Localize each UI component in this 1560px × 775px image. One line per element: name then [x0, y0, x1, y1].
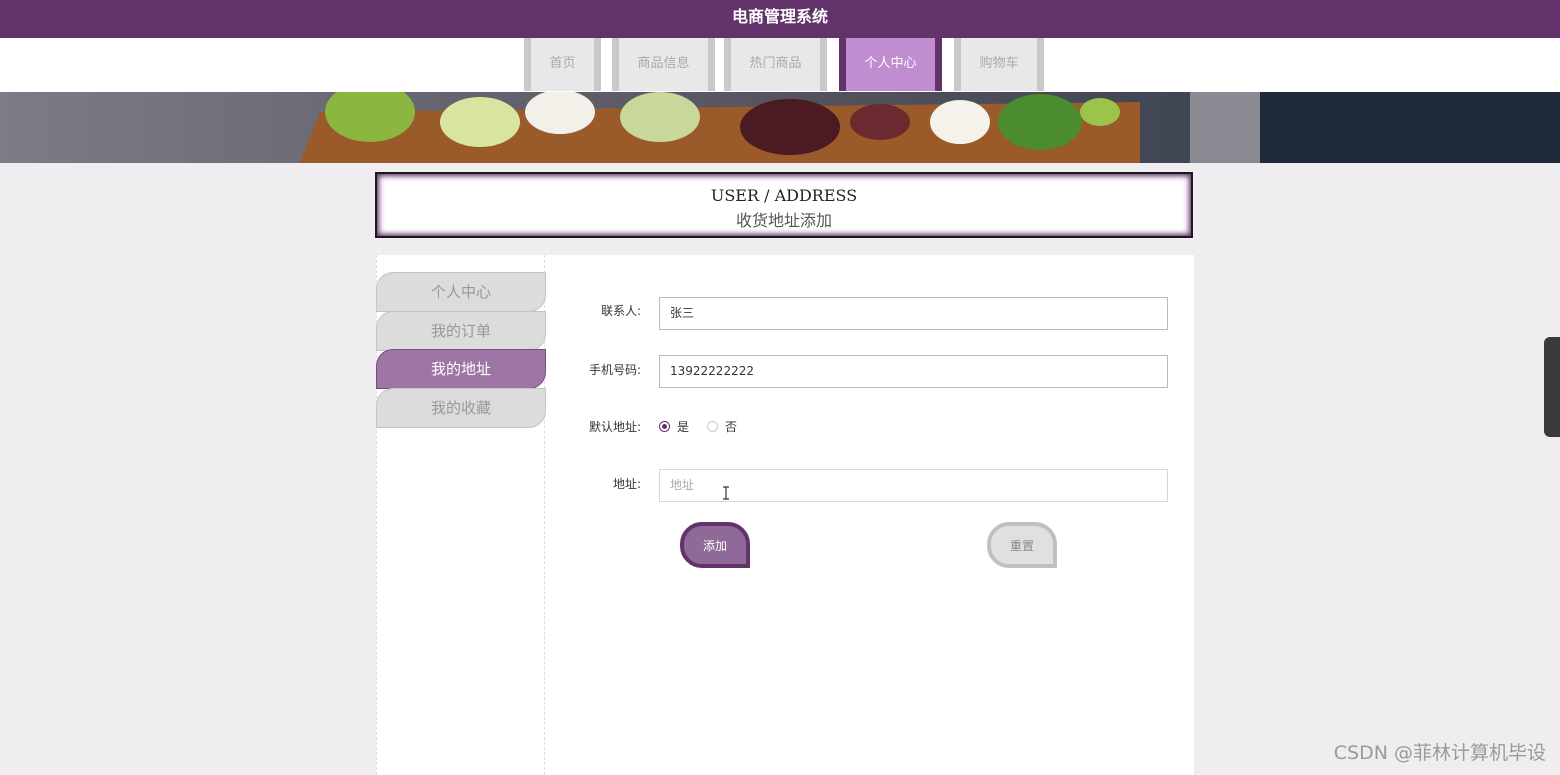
- address-input[interactable]: 地址: [659, 469, 1168, 502]
- sidebar-item-personal-center[interactable]: 个人中心: [377, 273, 545, 311]
- app-title: 电商管理系统: [731, 7, 828, 26]
- page-header: USER / ADDRESS 收货地址添加: [375, 172, 1193, 238]
- nav-item-hot-products[interactable]: 热门商品: [724, 38, 827, 91]
- contact-input[interactable]: 张三: [659, 297, 1168, 330]
- sidebar-item-my-orders[interactable]: 我的订单: [377, 312, 545, 350]
- side-scroll-tab[interactable]: [1544, 337, 1560, 437]
- text-cursor-icon: [723, 486, 729, 500]
- address-label: 地址:: [612, 477, 641, 491]
- reset-button[interactable]: 重置: [987, 522, 1057, 568]
- default-address-label: 默认地址:: [588, 420, 641, 434]
- main-nav: 首页 商品信息 热门商品 个人中心 购物车: [0, 38, 1560, 92]
- page-title-cn: 收货地址添加: [735, 211, 832, 230]
- contact-label: 联系人:: [600, 304, 641, 318]
- add-button[interactable]: 添加: [680, 522, 750, 568]
- nav-item-cart[interactable]: 购物车: [954, 38, 1044, 91]
- app-title-bar: 电商管理系统: [0, 0, 1560, 38]
- page-title-en: USER / ADDRESS: [710, 186, 858, 205]
- radio-no-label: 否: [725, 420, 738, 434]
- radio-yes[interactable]: [659, 421, 670, 432]
- sidebar-item-my-favorites[interactable]: 我的收藏: [377, 389, 545, 427]
- phone-label: 手机号码:: [588, 363, 641, 377]
- default-address-radio-group: 是 否: [659, 418, 737, 435]
- radio-yes-label: 是: [677, 420, 690, 434]
- nav-item-home[interactable]: 首页: [524, 38, 601, 91]
- nav-item-personal-center[interactable]: 个人中心: [839, 38, 942, 91]
- banner-image: [0, 92, 1560, 163]
- sidebar-item-my-address[interactable]: 我的地址: [377, 350, 545, 388]
- radio-no[interactable]: [707, 421, 719, 432]
- nav-item-products[interactable]: 商品信息: [612, 38, 715, 91]
- phone-input[interactable]: 13922222222: [659, 355, 1168, 388]
- content-panel: 个人中心 我的订单 我的地址 我的收藏 联系人: 张三 手机号码: 139222…: [376, 255, 1194, 775]
- user-sidebar: 个人中心 我的订单 我的地址 我的收藏: [376, 255, 545, 775]
- watermark: CSDN @菲林计算机毕设: [1333, 742, 1546, 764]
